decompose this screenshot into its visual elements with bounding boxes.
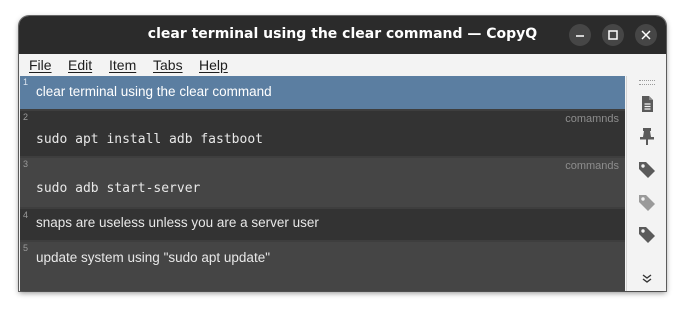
menu-tabs[interactable]: Tabs [153,57,183,73]
item-text: sudo apt install adb fastboot [36,132,263,147]
title-bar[interactable]: clear terminal using the clear command —… [19,16,666,54]
item-text: snaps are useless unless you are a serve… [36,215,319,230]
copyq-window: clear terminal using the clear command —… [19,16,666,291]
list-item[interactable]: 1 clear terminal using the clear command [20,76,625,109]
list-item[interactable]: 4 snaps are useless unless you are a ser… [20,209,625,240]
maximize-button[interactable] [602,24,624,46]
toolbar-grip[interactable] [639,80,655,85]
menu-item[interactable]: Item [109,57,136,73]
close-button[interactable] [635,24,657,46]
list-item[interactable]: 5 update system using "sudo apt update" [20,242,625,291]
item-number: 1 [23,77,29,87]
minimize-button[interactable] [569,24,591,46]
tag-icon [639,227,655,243]
document-icon [642,96,653,112]
minimize-icon [576,35,584,37]
pin-button[interactable] [637,126,657,146]
menu-bar: File Edit Item Tabs Help [19,54,666,76]
toolbar-overflow-button[interactable] [641,272,653,290]
chevron-down-icon [642,274,652,283]
menu-help[interactable]: Help [199,57,228,73]
tag-button-1[interactable] [637,159,657,179]
item-number: 3 [23,159,29,169]
item-toolbar [626,76,666,291]
item-text: sudo adb start-server [36,181,201,196]
list-item[interactable]: 3 commands sudo adb start-server [20,158,625,207]
maximize-icon [608,30,618,40]
tag-icon [639,162,655,178]
tag-button-2[interactable] [637,192,657,212]
item-number: 2 [23,112,29,122]
clipboard-item-list[interactable]: 1 clear terminal using the clear command… [20,76,625,291]
pin-icon [640,128,654,145]
menu-file[interactable]: File [29,57,52,73]
item-tag: commands [565,160,619,172]
menu-edit[interactable]: Edit [68,57,92,73]
show-content-button[interactable] [637,94,657,114]
list-item[interactable]: 2 comamnds sudo apt install adb fastboot [20,111,625,156]
tag-icon [639,195,655,211]
item-number: 4 [23,210,29,220]
item-text: clear terminal using the clear command [36,84,272,99]
item-text: update system using "sudo apt update" [36,250,270,265]
item-tag: comamnds [565,113,619,125]
item-number: 5 [23,243,29,253]
tag-button-3[interactable] [637,224,657,244]
close-icon [641,30,651,40]
